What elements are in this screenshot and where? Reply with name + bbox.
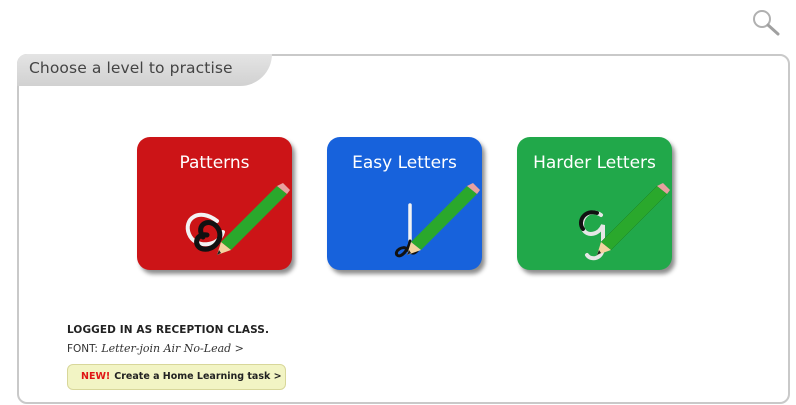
search-icon — [753, 10, 780, 36]
pattern-spiral-pencil-icon — [185, 183, 290, 255]
font-setting: FONT: Letter-join Air No-Lead > — [67, 342, 244, 355]
level-card-patterns[interactable]: Patterns — [137, 137, 292, 270]
level-card-harder-letters[interactable]: Harder Letters — [517, 137, 672, 270]
font-link[interactable]: Letter-join Air No-Lead > — [101, 342, 244, 355]
panel-title: Choose a level to practise — [17, 54, 272, 86]
create-home-learning-task-button[interactable]: NEW! Create a Home Learning task > — [67, 364, 286, 390]
new-badge: NEW! — [81, 371, 111, 382]
search-button[interactable] — [750, 6, 784, 38]
letter-g-pencil-icon — [578, 183, 670, 261]
level-card-easy-letters[interactable]: Easy Letters — [327, 137, 482, 270]
task-button-label: Create a Home Learning task > — [114, 371, 282, 382]
login-status: LOGGED IN AS RECEPTION CLASS. — [67, 324, 270, 336]
level-panel: Choose a level to practise Patterns Easy… — [17, 54, 790, 404]
letter-l-pencil-icon — [394, 183, 480, 258]
font-label: FONT: — [67, 343, 98, 355]
